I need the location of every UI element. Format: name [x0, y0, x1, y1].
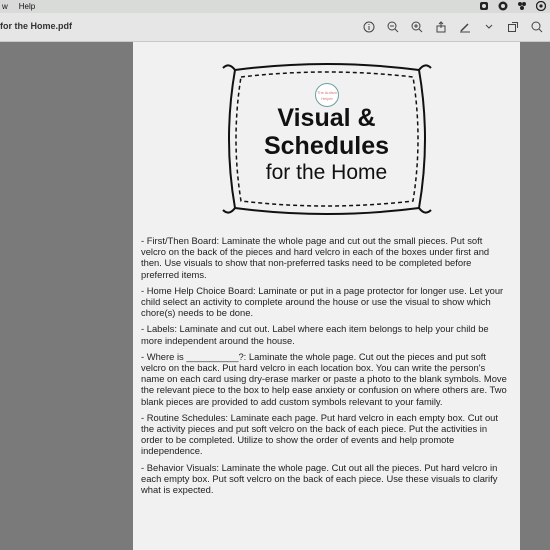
info-icon[interactable] [362, 20, 376, 34]
markup-pen-icon[interactable] [458, 20, 472, 34]
search-icon[interactable] [530, 20, 544, 34]
menu-bar: w Help [0, 0, 550, 13]
status-icons [479, 0, 547, 12]
window-icon[interactable] [506, 20, 520, 34]
chat-icon[interactable] [498, 1, 508, 11]
heading-line-3: for the Home [265, 161, 388, 184]
paragraph-routine-schedules: - Routine Schedules: Laminate each page.… [141, 411, 498, 457]
pdf-page: The Autism Helper Visual & Schedules for… [133, 42, 520, 550]
paragraph-choice-board: - Home Help Choice Board: Laminate or pu… [141, 284, 504, 319]
menu-item-window[interactable]: w [2, 2, 8, 11]
paragraph-behavior-visuals: - Behavior Visuals: Laminate the whole p… [141, 461, 498, 496]
document-title: for the Home.pdf [0, 21, 72, 31]
paragraph-where-is: - Where is __________?: Laminate the who… [141, 350, 507, 407]
paragraph-labels: - Labels: Laminate and cut out. Label wh… [141, 323, 489, 346]
share-icon[interactable] [434, 20, 448, 34]
chevron-down-icon[interactable] [482, 20, 496, 34]
paragraph-first-then: - First/Then Board: Laminate the whole p… [141, 235, 490, 280]
zoom-in-icon[interactable] [410, 20, 424, 34]
preview-toolbar: for the Home.pdf [0, 13, 550, 42]
menu-item-help[interactable]: Help [19, 2, 35, 11]
vpn-icon[interactable] [535, 0, 547, 12]
zoom-out-icon[interactable] [386, 20, 400, 34]
heading-line-1: Visual & [277, 104, 376, 132]
instructions-body: - First/Then Board: Laminate the whole p… [141, 235, 508, 500]
record-icon[interactable] [479, 1, 489, 11]
extension-icon[interactable] [517, 1, 527, 11]
heading-line-2: Schedules [263, 132, 390, 160]
